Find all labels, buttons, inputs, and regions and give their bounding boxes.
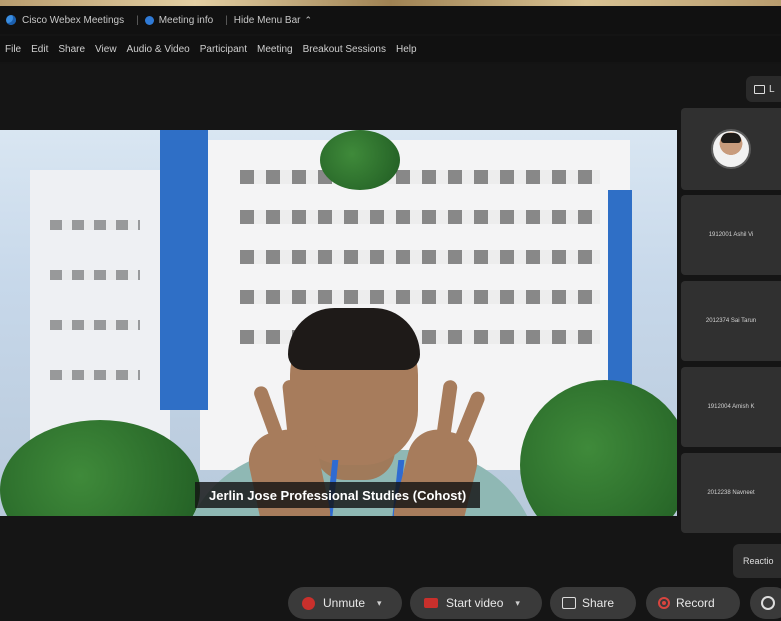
layout-label: L (769, 83, 775, 95)
record-label: Record (676, 596, 715, 610)
participant-name: 2012374 Sai Tarun (705, 318, 757, 324)
menu-view[interactable]: View (95, 44, 117, 55)
microphone-muted-icon (302, 596, 315, 610)
share-button[interactable]: Share (550, 587, 636, 619)
info-icon (144, 15, 154, 25)
chevron-down-icon[interactable]: ▾ (377, 598, 382, 609)
webex-logo-icon (6, 15, 16, 25)
reactions-label: Reactio (743, 556, 774, 566)
unmute-button[interactable]: Unmute ▾ (288, 587, 402, 619)
participant-tile[interactable]: 2012238 Navneet (681, 453, 781, 533)
menu-file[interactable]: File (5, 44, 21, 55)
unmute-label: Unmute (323, 596, 366, 610)
participant-tile[interactable]: 1912004 Amish K (681, 367, 781, 447)
hide-menu-label: Hide Menu Bar (233, 14, 301, 26)
participant-tile[interactable]: 2012374 Sai Tarun (681, 281, 781, 361)
start-video-button[interactable]: Start video ▾ (410, 587, 542, 619)
menu-edit[interactable]: Edit (31, 44, 48, 55)
record-icon (658, 597, 670, 609)
video-off-icon (424, 598, 438, 608)
app-name: Cisco Webex Meetings (22, 14, 125, 26)
app-title: Cisco Webex Meetings (0, 15, 124, 26)
title-bar: Cisco Webex Meetings | Meeting info | Hi… (0, 6, 781, 34)
menu-meeting[interactable]: Meeting (257, 44, 293, 55)
hide-menu-bar-button[interactable]: Hide Menu Bar ⌃ (234, 15, 312, 26)
meeting-info-label: Meeting info (158, 14, 214, 26)
chevron-up-icon: ⌃ (304, 14, 313, 25)
menu-breakout-sessions[interactable]: Breakout Sessions (303, 44, 386, 55)
share-label: Share (582, 596, 615, 610)
participant-name: 1912001 Ashil Vi (708, 232, 754, 238)
avatar (711, 129, 751, 169)
chevron-down-icon[interactable]: ▾ (515, 598, 520, 609)
start-video-label: Start video (446, 596, 504, 610)
layout-button[interactable]: L (746, 76, 781, 102)
more-icon (761, 596, 775, 610)
active-speaker-video[interactable] (0, 130, 677, 516)
speaker-name-label: Jerlin Jose Professional Studies (Cohost… (195, 482, 481, 508)
participant-tile[interactable]: 1912001 Ashil Vi (681, 195, 781, 275)
participant-name: 2012238 Navneet (707, 490, 755, 496)
record-button[interactable]: Record (646, 587, 740, 619)
menu-help[interactable]: Help (396, 44, 417, 55)
menu-bar: File Edit Share View Audio & Video Parti… (0, 36, 781, 62)
reactions-button[interactable]: Reactio (733, 544, 781, 578)
layout-icon (754, 84, 765, 94)
meeting-controls: Unmute ▾ Start video ▾ Share Record (0, 587, 781, 621)
participant-tile-self[interactable] (681, 108, 781, 190)
menu-share[interactable]: Share (58, 44, 85, 55)
menu-participant[interactable]: Participant (200, 44, 247, 55)
share-screen-icon (562, 597, 576, 609)
more-options-button[interactable] (750, 587, 781, 619)
menu-audio-video[interactable]: Audio & Video (127, 44, 190, 55)
meeting-info-button[interactable]: Meeting info (144, 14, 214, 26)
participant-name: 1912004 Amish K (707, 404, 755, 410)
